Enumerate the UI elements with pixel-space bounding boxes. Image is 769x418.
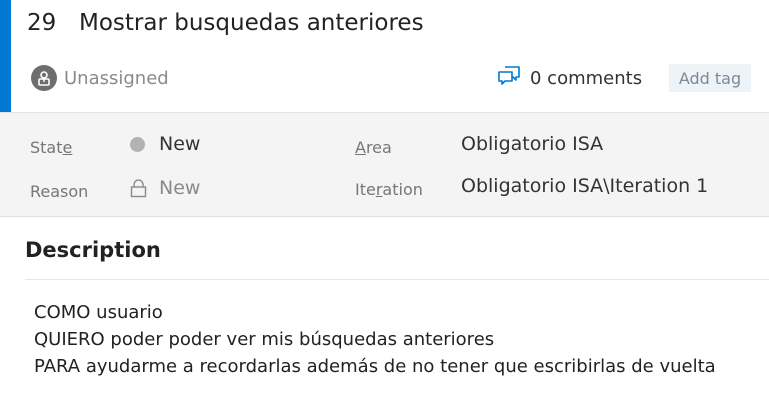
work-item-form: 29 Mostrar busquedas anteriores Unassign…	[0, 0, 769, 418]
iteration-label: Iteration	[355, 180, 423, 199]
description-line: PARA ayudarme a recordarlas además de no…	[34, 356, 716, 377]
iteration-label-text-end: ation	[382, 180, 423, 199]
reason-value: New	[159, 177, 201, 199]
work-item-type-color-bar	[0, 0, 11, 112]
description-line: QUIERO poder poder ver mis búsquedas ant…	[34, 329, 495, 350]
state-label: State	[30, 138, 72, 157]
area-label-text-end: rea	[365, 138, 392, 157]
area-label-accesskey: A	[355, 138, 366, 157]
state-label-accesskey: e	[62, 138, 73, 157]
state-label-text: Stat	[30, 138, 63, 157]
assignee-picker[interactable]: Unassigned	[31, 64, 169, 92]
area-field[interactable]: Obligatorio ISA	[461, 133, 603, 155]
comments-count-label: 0 comments	[530, 67, 643, 89]
comments-link[interactable]: 0 comments	[497, 64, 642, 92]
iteration-value: Obligatorio ISA\Iteration 1	[461, 175, 709, 197]
assignee-label: Unassigned	[64, 67, 169, 89]
work-item-id: 29	[27, 10, 57, 36]
unassigned-avatar-icon	[31, 65, 57, 91]
state-field[interactable]: New	[130, 133, 200, 155]
add-tag-button[interactable]: Add tag	[669, 64, 751, 92]
reason-field: New	[130, 177, 200, 199]
comments-icon	[497, 65, 521, 91]
description-divider	[25, 279, 769, 280]
area-value: Obligatorio ISA	[461, 133, 604, 155]
iteration-label-text: Ite	[355, 180, 376, 199]
work-item-header: 29 Mostrar busquedas anteriores Unassign…	[0, 0, 769, 112]
lock-icon	[130, 178, 147, 198]
iteration-field[interactable]: Obligatorio ISA\Iteration 1	[461, 175, 708, 197]
state-dot-icon	[130, 136, 145, 152]
area-label: Area	[355, 138, 392, 157]
description-line: COMO usuario	[34, 302, 163, 323]
description-heading: Description	[25, 238, 161, 262]
work-item-title[interactable]: Mostrar busquedas anteriores	[79, 8, 424, 38]
reason-label: Reason	[30, 182, 89, 201]
description-editor[interactable]: COMO usuario QUIERO poder poder ver mis …	[34, 299, 764, 380]
work-item-fields-panel: State New Reason New Area Obligatorio IS…	[0, 112, 769, 217]
state-value: New	[159, 133, 201, 155]
